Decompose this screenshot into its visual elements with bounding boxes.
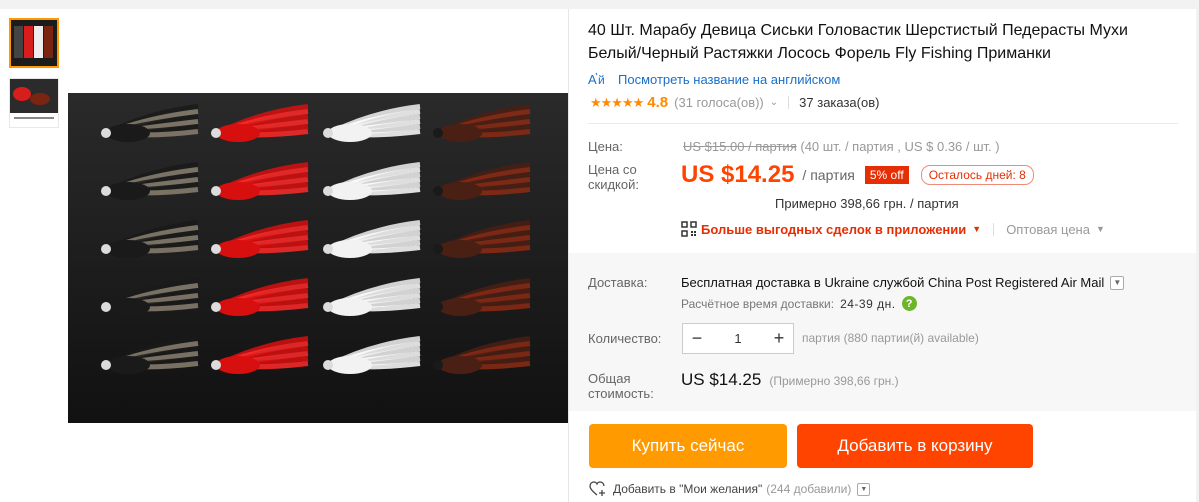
translate-icon: A й [588,71,612,87]
shipping-method[interactable]: Бесплатная доставка в Ukraine службой Ch… [681,275,1125,290]
orders-count: 37 заказа(ов) [799,95,880,110]
chevron-down-icon[interactable]: ⌄ [770,97,778,108]
rating-row: ★★★★★ 4.8 (31 голоса(ов)) ⌄ 37 заказа(ов… [590,94,879,111]
divider [588,123,1178,124]
total-label-line1: Общая [588,371,631,386]
delivery-eta-days: 24-39 дн. [840,296,896,311]
current-price: US $14.25 [681,161,795,188]
wishlist-row[interactable]: Добавить в "Мои желания" (244 добавили) … [589,481,871,497]
app-deals-link[interactable]: Больше выгодных сделок в приложении [701,222,966,237]
rating-stars: ★★★★★ [590,94,644,110]
buy-now-button[interactable]: Купить сейчас [589,424,787,468]
shipping-label: Доставка: [588,275,648,290]
gallery-thumbnail-1[interactable] [9,18,59,68]
translate-link-text[interactable]: Посмотреть название на английском [618,72,840,87]
gallery-thumbnail-2[interactable] [9,78,59,128]
quantity-input[interactable]: 1 [711,331,765,346]
svg-text:й: й [598,73,605,87]
main-product-image[interactable] [68,93,568,423]
discount-price-label: Цена со скидкой: [588,162,639,192]
rating-votes[interactable]: (31 голоса(ов)) [674,95,764,110]
help-icon[interactable]: ? [901,296,917,311]
original-price-value: US $15.00 / партия [683,139,797,154]
discount-badge: 5% off [864,166,909,184]
thumbnail-image [10,79,58,127]
price-uah: Примерно 398,66 грн. / партия [775,196,959,211]
add-to-cart-button[interactable]: Добавить в корзину [797,424,1033,468]
top-strip [0,0,1199,9]
total-price-uah: (Примерно 398,66 грн.) [769,374,899,388]
increase-quantity-button[interactable]: + [765,328,793,349]
price-label: Цена: [588,139,623,154]
current-price-row: US $14.25 / партия 5% off Осталось дней:… [681,161,1034,189]
separator [788,96,790,109]
total-price: US $14.25 (Примерно 398,66 грн.) [681,370,899,390]
separator [993,222,995,236]
quantity-availability: партия (880 партии(й) available) [802,331,979,345]
total-price-value: US $14.25 [681,370,762,389]
price-unit: / партия [802,167,855,183]
chevron-down-icon[interactable]: ▼ [857,482,871,496]
original-price-detail: (40 шт. / партия , US $ 0.36 / шт. ) [800,139,1000,154]
wishlist-label[interactable]: Добавить в "Мои желания" [613,482,762,496]
wishlist-count: (244 добавили) [766,482,852,496]
thumbnail-image [11,20,57,66]
heart-plus-icon [589,481,607,497]
total-label-line2: стоимость: [588,386,654,401]
app-promo-row: Больше выгодных сделок в приложении ▼ Оп… [681,221,1105,237]
qr-code-icon [681,221,697,237]
fishing-flies-image [68,93,568,423]
days-left-badge: Осталось дней: 8 [920,165,1034,185]
product-title: 40 Шт. Марабу Девица Сиськи Головастик Ш… [588,22,1128,62]
caret-down-icon[interactable]: ▼ [1096,224,1105,234]
quantity-stepper: − 1 + [682,323,794,354]
shipping-method-text: Бесплатная доставка в Ukraine службой Ch… [681,275,1105,290]
quantity-label: Количество: [588,331,662,346]
total-label: Общая стоимость: [588,371,654,401]
original-price: US $15.00 / партия (40 шт. / партия , US… [683,139,1000,154]
chevron-down-icon[interactable]: ▼ [1110,275,1125,290]
translate-link[interactable]: A й Посмотреть название на английском [588,71,840,88]
delivery-eta: Расчётное время доставки: 24-39 дн. ? [681,296,917,311]
discount-price-label-line2: скидкой: [588,177,639,192]
svg-text:A: A [588,72,597,87]
rating-value: 4.8 [647,94,669,111]
discount-price-label-line1: Цена со [588,162,637,177]
caret-down-icon[interactable]: ▼ [972,224,981,234]
decrease-quantity-button[interactable]: − [683,328,711,349]
delivery-eta-label: Расчётное время доставки: [681,296,835,311]
wholesale-price-link[interactable]: Оптовая цена [1006,222,1090,237]
